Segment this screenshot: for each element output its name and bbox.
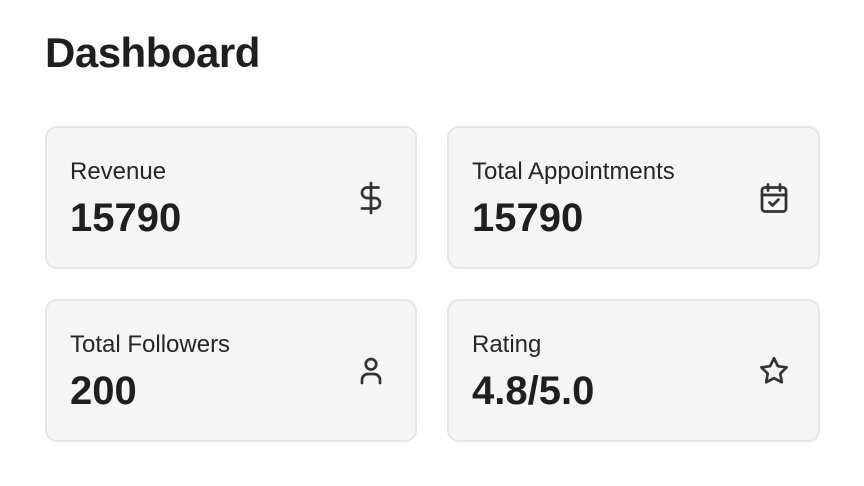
dollar-icon — [353, 180, 389, 216]
page-title: Dashboard — [45, 29, 260, 76]
stat-card-label: Total Followers — [70, 331, 231, 358]
stat-card-value: 200 — [70, 369, 137, 413]
calendar-check-icon — [756, 180, 792, 216]
stat-card-followers[interactable]: Total Followers 200 — [45, 299, 417, 442]
stats-grid: Revenue 15790 Total Appointments 15790 T… — [45, 126, 820, 442]
stat-card-label: Rating — [472, 331, 542, 358]
stat-card-appointments[interactable]: Total Appointments 15790 — [447, 126, 820, 269]
stat-card-revenue[interactable]: Revenue 15790 — [45, 126, 417, 269]
stat-card-value: 15790 — [70, 196, 182, 240]
stat-card-label: Revenue — [70, 158, 167, 185]
stat-card-rating[interactable]: Rating 4.8/5.0 — [447, 299, 820, 442]
user-icon — [353, 353, 389, 389]
star-icon — [756, 353, 792, 389]
stat-card-value: 15790 — [472, 196, 584, 240]
stat-card-value: 4.8/5.0 — [472, 369, 595, 413]
stat-card-label: Total Appointments — [472, 158, 675, 185]
